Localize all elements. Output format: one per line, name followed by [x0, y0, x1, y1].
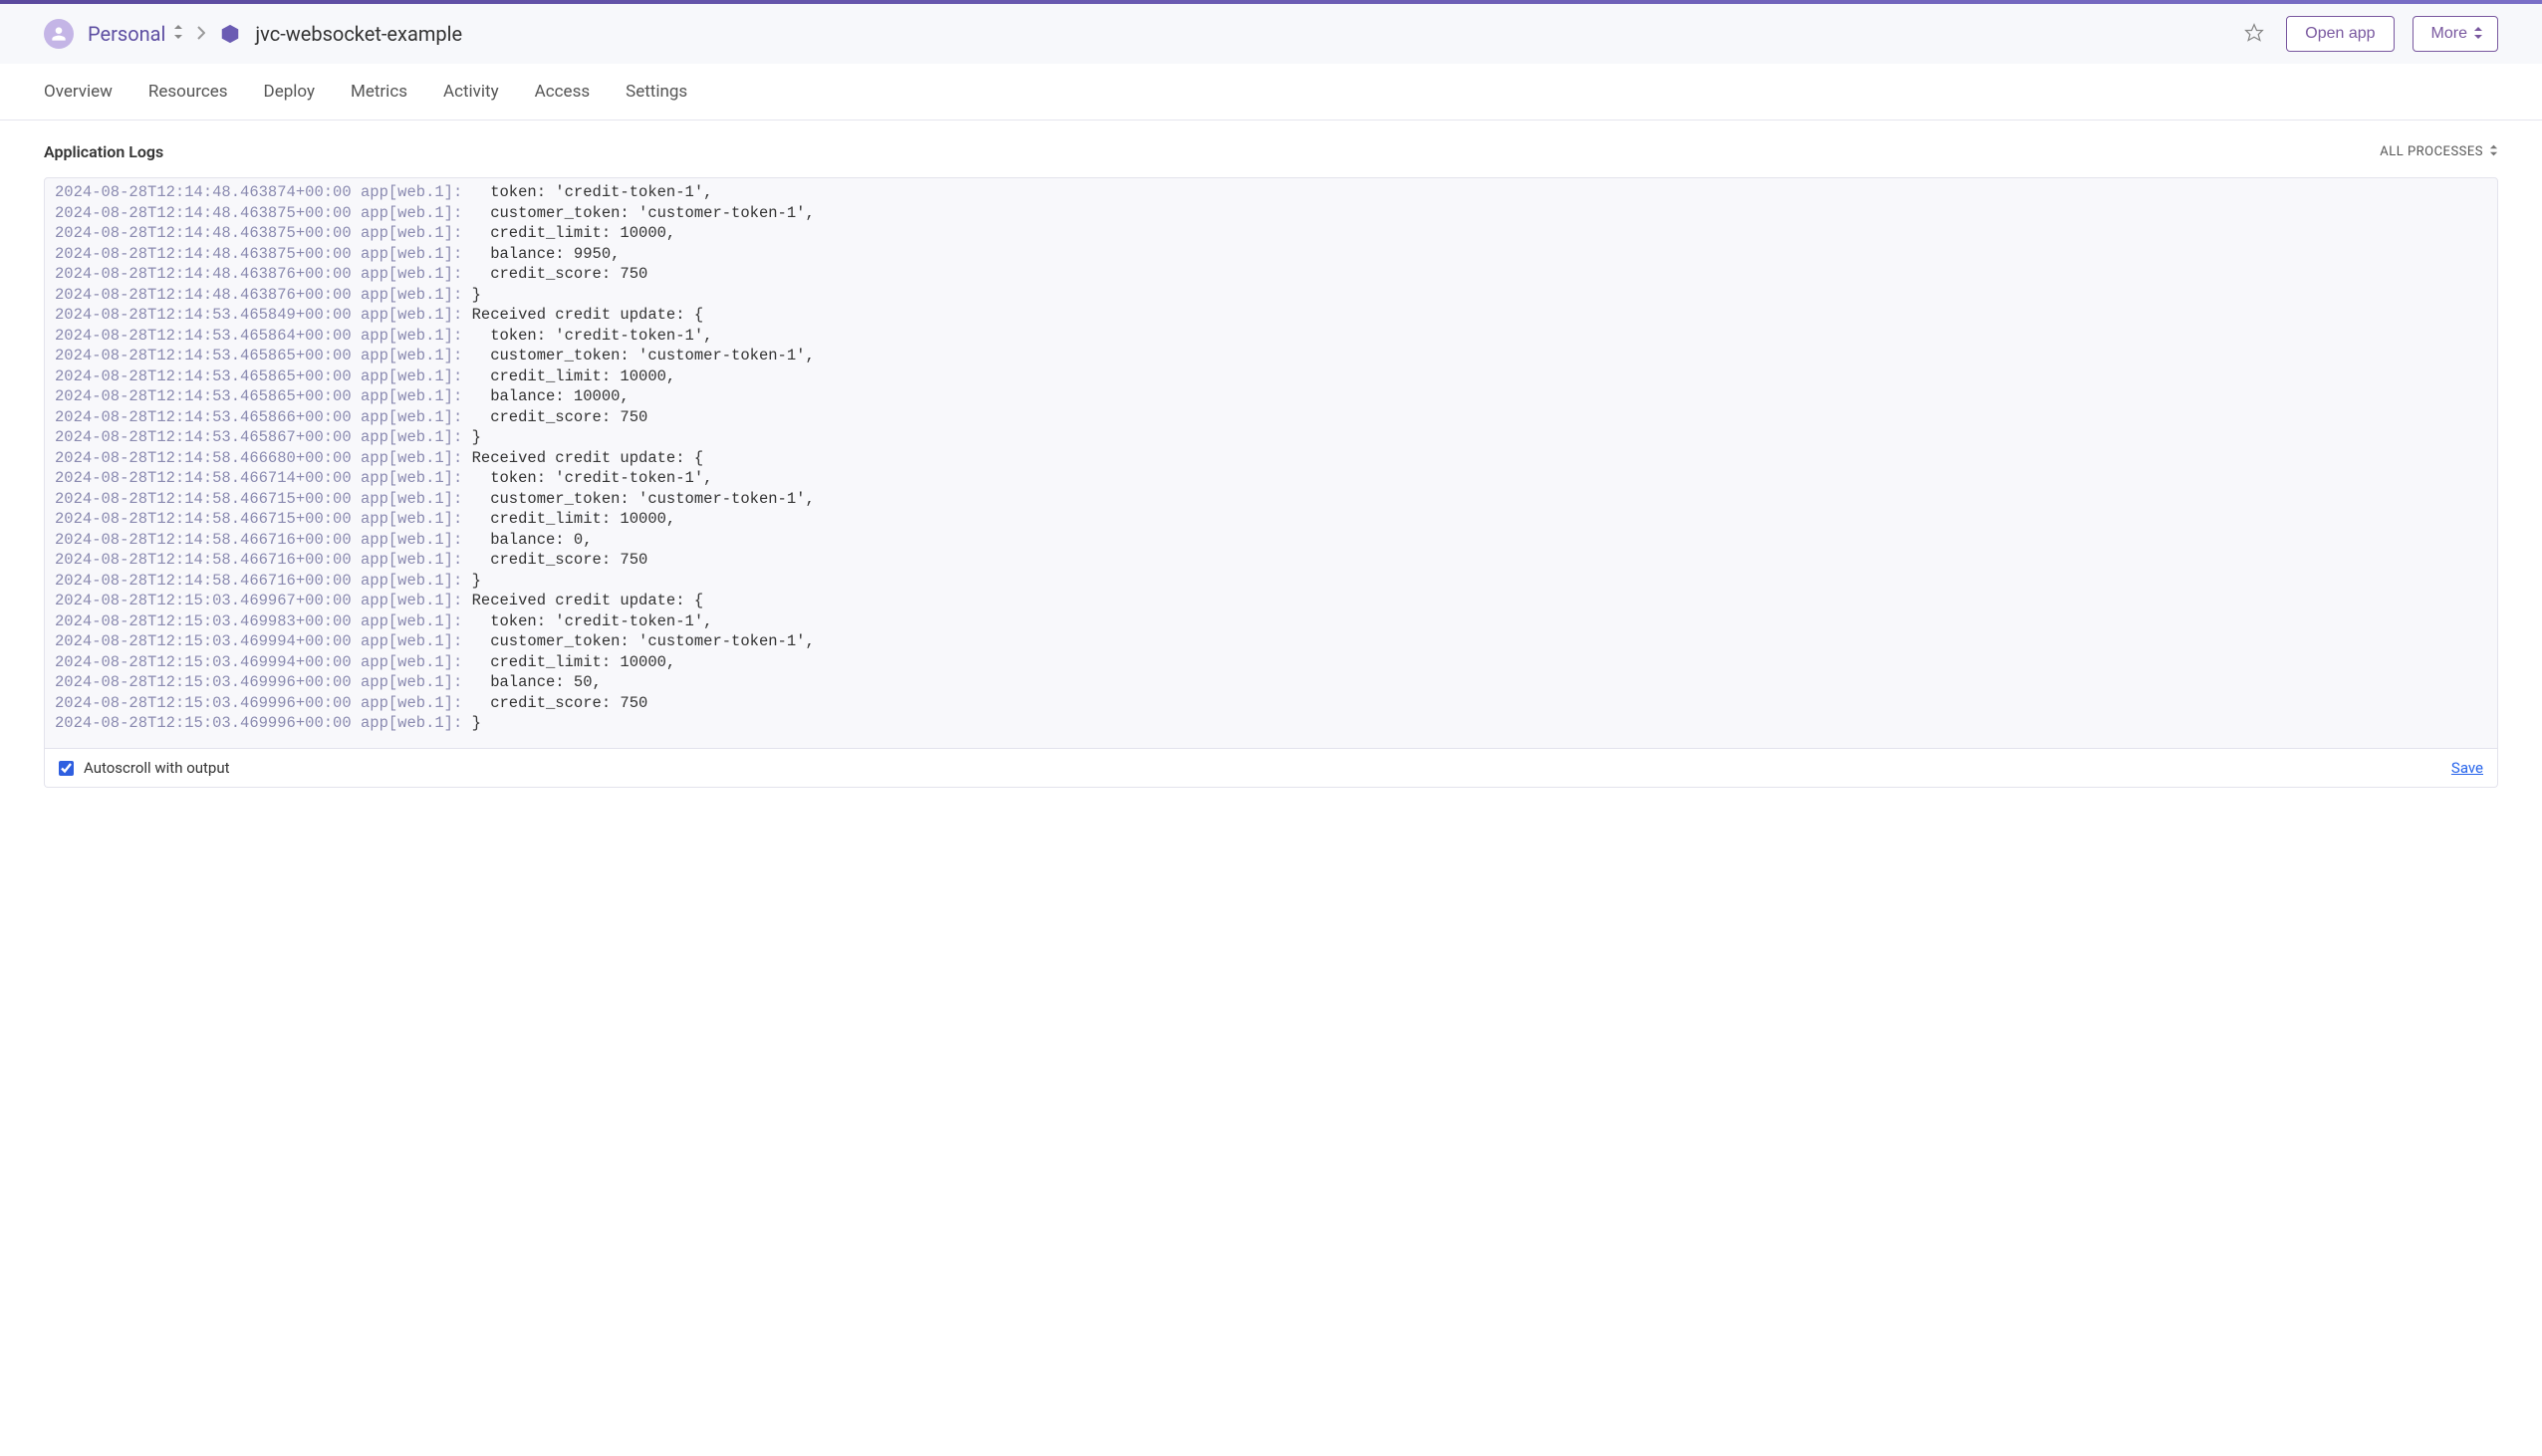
- save-logs-link[interactable]: Save: [2451, 759, 2483, 777]
- favorite-star-button[interactable]: [2240, 19, 2268, 50]
- log-line: 2024-08-28T12:14:53.465865+00:00 app[web…: [55, 386, 2487, 407]
- breadcrumb: Personal jvc-websocket-example: [44, 19, 462, 49]
- app-header: Personal jvc-websocket-example Open app …: [0, 4, 2542, 64]
- logs-title: Application Logs: [44, 142, 163, 161]
- space-selector[interactable]: Personal: [88, 22, 183, 46]
- process-filter-dropdown[interactable]: ALL PROCESSES: [2380, 144, 2498, 159]
- tab-metrics[interactable]: Metrics: [351, 64, 407, 120]
- log-line: 2024-08-28T12:15:03.469996+00:00 app[web…: [55, 672, 2487, 693]
- log-line: 2024-08-28T12:14:58.466680+00:00 app[web…: [55, 448, 2487, 469]
- log-line: 2024-08-28T12:15:03.469996+00:00 app[web…: [55, 693, 2487, 714]
- chevron-right-icon: [197, 24, 205, 45]
- logs-content[interactable]: 2024-08-28T12:14:48.463874+00:00 app[web…: [45, 178, 2497, 748]
- log-line: 2024-08-28T12:14:53.465867+00:00 app[web…: [55, 427, 2487, 448]
- tab-resources[interactable]: Resources: [148, 64, 228, 120]
- log-line: 2024-08-28T12:14:53.465865+00:00 app[web…: [55, 366, 2487, 387]
- log-line: 2024-08-28T12:14:58.466715+00:00 app[web…: [55, 489, 2487, 510]
- updown-icon: [2489, 144, 2498, 159]
- logs-viewer[interactable]: 2024-08-28T12:14:48.463874+00:00 app[web…: [44, 177, 2498, 749]
- tab-activity[interactable]: Activity: [443, 64, 499, 120]
- process-filter-label: ALL PROCESSES: [2380, 144, 2483, 159]
- app-name: jvc-websocket-example: [255, 22, 462, 46]
- log-line: 2024-08-28T12:14:58.466716+00:00 app[web…: [55, 571, 2487, 592]
- autoscroll-toggle[interactable]: Autoscroll with output: [59, 759, 230, 777]
- nav-tabs: Overview Resources Deploy Metrics Activity Ac…: [0, 64, 2542, 121]
- autoscroll-checkbox[interactable]: [59, 761, 74, 776]
- space-name: Personal: [88, 22, 165, 46]
- tab-access[interactable]: Access: [535, 64, 590, 120]
- log-line: 2024-08-28T12:14:58.466716+00:00 app[web…: [55, 530, 2487, 551]
- log-line: 2024-08-28T12:14:58.466715+00:00 app[web…: [55, 509, 2487, 530]
- autoscroll-label: Autoscroll with output: [84, 759, 230, 777]
- open-app-label: Open app: [2305, 25, 2375, 43]
- log-line: 2024-08-28T12:15:03.469996+00:00 app[web…: [55, 713, 2487, 734]
- log-line: 2024-08-28T12:14:48.463874+00:00 app[web…: [55, 182, 2487, 203]
- logs-footer: Autoscroll with output Save: [44, 749, 2498, 788]
- tab-deploy[interactable]: Deploy: [264, 64, 315, 120]
- log-line: 2024-08-28T12:14:58.466716+00:00 app[web…: [55, 550, 2487, 571]
- log-line: 2024-08-28T12:14:48.463875+00:00 app[web…: [55, 244, 2487, 265]
- log-line: 2024-08-28T12:14:48.463876+00:00 app[web…: [55, 285, 2487, 306]
- log-line: 2024-08-28T12:14:53.465849+00:00 app[web…: [55, 305, 2487, 326]
- avatar[interactable]: [44, 19, 74, 49]
- updown-icon: [173, 25, 183, 43]
- open-app-button[interactable]: Open app: [2286, 16, 2394, 52]
- log-line: 2024-08-28T12:14:48.463876+00:00 app[web…: [55, 264, 2487, 285]
- log-line: 2024-08-28T12:14:53.465865+00:00 app[web…: [55, 346, 2487, 366]
- log-line: 2024-08-28T12:14:53.465866+00:00 app[web…: [55, 407, 2487, 428]
- log-line: 2024-08-28T12:14:48.463875+00:00 app[web…: [55, 223, 2487, 244]
- app-hex-icon: [219, 23, 241, 45]
- more-button[interactable]: More: [2413, 16, 2498, 52]
- more-label: More: [2431, 25, 2467, 43]
- log-line: 2024-08-28T12:15:03.469967+00:00 app[web…: [55, 591, 2487, 611]
- save-label: Save: [2451, 759, 2483, 777]
- logs-header: Application Logs ALL PROCESSES: [0, 121, 2542, 169]
- log-line: 2024-08-28T12:15:03.469983+00:00 app[web…: [55, 611, 2487, 632]
- log-line: 2024-08-28T12:14:48.463875+00:00 app[web…: [55, 203, 2487, 224]
- star-icon: [2244, 23, 2264, 43]
- tab-settings[interactable]: Settings: [626, 64, 687, 120]
- log-line: 2024-08-28T12:14:58.466714+00:00 app[web…: [55, 468, 2487, 489]
- updown-icon: [2473, 27, 2483, 42]
- log-line: 2024-08-28T12:15:03.469994+00:00 app[web…: [55, 652, 2487, 673]
- tab-overview[interactable]: Overview: [44, 64, 113, 120]
- log-line: 2024-08-28T12:14:53.465864+00:00 app[web…: [55, 326, 2487, 347]
- header-actions: Open app More: [2240, 16, 2498, 52]
- log-line: 2024-08-28T12:15:03.469994+00:00 app[web…: [55, 631, 2487, 652]
